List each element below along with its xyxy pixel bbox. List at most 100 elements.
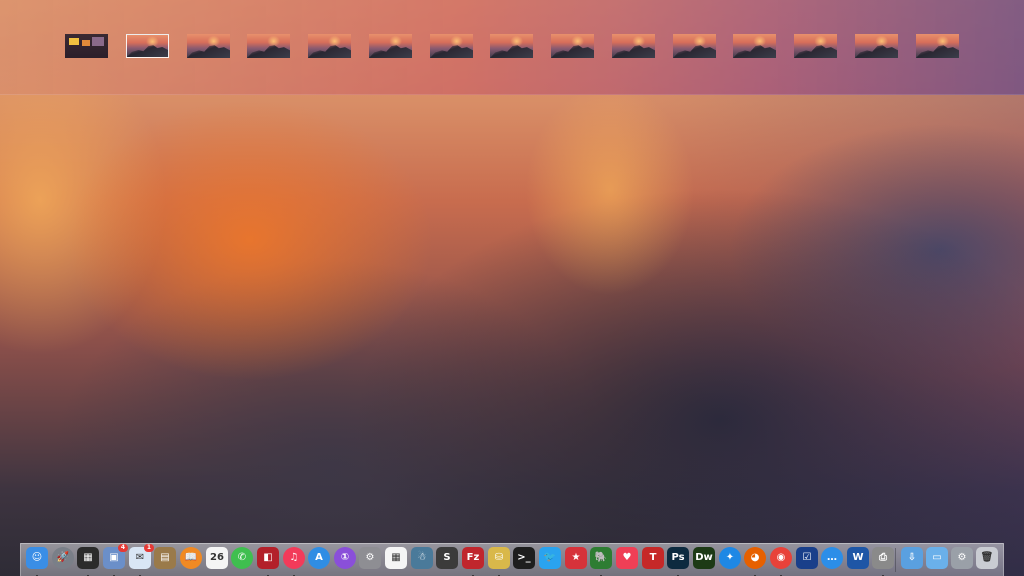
desktop-5-thumbnail[interactable] (369, 34, 412, 58)
desktop-12-thumbnail[interactable] (794, 34, 837, 58)
dashboard-icon: ▦ (83, 552, 93, 563)
dock-item-preview[interactable]: ▣ 4 (103, 544, 128, 576)
desktop-13-thumbnail[interactable] (855, 34, 898, 58)
chat-icon: … (827, 552, 837, 563)
key-icon: ① (340, 552, 350, 563)
word-icon: W (852, 552, 864, 563)
desktop-1-thumbnail[interactable] (126, 34, 169, 58)
dock-item-word[interactable]: W (847, 547, 869, 569)
dock-item-ibooks[interactable]: 📖 (180, 547, 202, 569)
fz-icon: Fz (466, 552, 480, 563)
phone-icon: ✆ (237, 552, 247, 563)
gear-icon: ⚙ (365, 552, 375, 563)
dock: ☺ 🚀 ▦ ▣ 4 ✉ 1 ▤ 📖 26 ✆ ◧ ♫ A ① ⚙ ▦ ☃ S Fz ⛁ >_ 🐦 ★ 🐘 ♥ T Ps Dw ✦ ◕ ◉ ☑… W… (20, 543, 1004, 576)
ps-icon: Ps (671, 552, 685, 563)
finder-icon: ☺ (31, 552, 43, 563)
dock-item-sprite-app[interactable]: ☃ (411, 547, 433, 569)
dock-item-photoshop[interactable]: Ps (667, 547, 689, 576)
dock-item-firefox[interactable]: ◕ (744, 547, 766, 576)
dock-item-printer[interactable]: ⎙ (872, 547, 894, 576)
desktop-3-thumbnail[interactable] (247, 34, 290, 58)
dock-item-calendar[interactable]: 26 (206, 547, 228, 569)
dock-item-sequel-app[interactable]: ⛁ (488, 547, 510, 576)
desktop-8-thumbnail[interactable] (551, 34, 594, 58)
dock-item-chrome[interactable]: ◉ (770, 547, 792, 576)
checkbox-icon: ☑ (802, 552, 812, 563)
spaces-bar (0, 0, 1024, 95)
dock-separator (895, 548, 896, 572)
dock-item-1password[interactable]: ① (334, 547, 356, 569)
book-icon: 📖 (184, 552, 198, 563)
chrome-icon: ◉ (776, 552, 786, 563)
printer-icon: ⎙ (879, 552, 887, 563)
notification-badge: 4 (118, 544, 128, 552)
dock-item-safari[interactable]: ✦ (719, 547, 741, 569)
dock-item-typeeto[interactable]: T (642, 547, 664, 569)
pocket-icon: ♥ (622, 552, 632, 563)
documents-icon: ⚙ (957, 552, 967, 563)
desktop-10-thumbnail[interactable] (673, 34, 716, 58)
dock-item-filezilla[interactable]: Fz (462, 547, 484, 576)
dw-icon: Dw (695, 552, 713, 563)
dock-item-evernote[interactable]: 🐘 (590, 547, 612, 576)
dock-item-app-store[interactable]: A (308, 547, 330, 569)
notification-badge: 1 (144, 544, 154, 552)
dock-item-twitter[interactable]: 🐦 (539, 547, 561, 569)
music-icon: ♫ (289, 552, 299, 563)
dock-item-folder-stack[interactable]: ▭ (926, 547, 948, 569)
desktop-4-thumbnail[interactable] (308, 34, 351, 58)
compass-icon: ✦ (725, 552, 735, 563)
dock-item-mail[interactable]: ✉ 1 (129, 544, 154, 576)
dock-item-things[interactable]: ☑ (796, 547, 818, 569)
dock-item-documents-stack[interactable]: ⚙ (951, 547, 973, 569)
database-icon: ⛁ (494, 552, 504, 563)
desktop-6-thumbnail[interactable] (430, 34, 473, 58)
desktop-9-thumbnail[interactable] (612, 34, 655, 58)
dock-item-downloads-stack[interactable]: ⇩ (901, 547, 923, 569)
dock-item-messages[interactable]: ✆ (231, 547, 253, 569)
desktop-11-thumbnail[interactable] (733, 34, 776, 58)
dock-item-sublime-text[interactable]: S (436, 547, 458, 569)
t-icon: T (649, 552, 657, 563)
desktop-14-thumbnail[interactable] (916, 34, 959, 58)
rocket-icon: 🚀 (56, 552, 70, 563)
person-icon: ☃ (417, 552, 427, 563)
dock-item-terminal[interactable]: >_ (513, 547, 535, 569)
app-store-icon: A (315, 552, 323, 563)
grid-icon: ▦ (391, 552, 401, 563)
preview-icon: ▣ (109, 552, 119, 563)
desktop-background: ☺ 🚀 ▦ ▣ 4 ✉ 1 ▤ 📖 26 ✆ ◧ ♫ A ① ⚙ ▦ ☃ S Fz ⛁ >_ 🐦 ★ 🐘 ♥ T Ps Dw ✦ ◕ ◉ ☑… W… (0, 0, 1024, 576)
dock-item-dreamweaver[interactable]: Dw (693, 547, 715, 569)
desktop-2-thumbnail[interactable] (187, 34, 230, 58)
code-editor-icon: S (443, 552, 451, 563)
desktop-7-thumbnail[interactable] (490, 34, 533, 58)
trash-icon: 🗑 (980, 552, 994, 563)
star-icon: ★ (571, 552, 581, 563)
dock-item-pocket[interactable]: ♥ (616, 547, 638, 569)
dock-item-dashboard[interactable]: ▦ (77, 547, 99, 576)
dock-item-itunes[interactable]: ♫ (283, 547, 305, 576)
dock-item-wunderlist[interactable]: ★ (565, 547, 587, 569)
dock-item-launchpad[interactable]: 🚀 (52, 547, 74, 569)
notebook-icon: ▤ (160, 552, 170, 563)
dashboard-widget (82, 40, 90, 46)
elephant-icon: 🐘 (594, 552, 608, 563)
dashboard-widget (69, 38, 79, 45)
calendar-icon: 26 (210, 552, 224, 563)
dock-item-finder[interactable]: ☺ (26, 547, 48, 576)
dock-item-notes[interactable]: ▤ (154, 547, 176, 569)
photo-icon: ◧ (263, 552, 273, 563)
dashboard-thumbnail[interactable] (65, 34, 108, 58)
folder-icon: ▭ (932, 552, 942, 563)
dock-item-messages-bubble[interactable]: … (821, 547, 843, 569)
bird-icon: 🐦 (543, 552, 557, 563)
firefox-icon: ◕ (750, 552, 760, 563)
dock-item-system-preferences[interactable]: ⚙ (359, 547, 381, 569)
dock-item-trash[interactable]: 🗑 (976, 547, 998, 569)
mail-icon: ✉ (135, 552, 145, 563)
dock-item-launch-grid[interactable]: ▦ (385, 547, 407, 569)
dock-item-photo-booth[interactable]: ◧ (257, 547, 279, 576)
terminal-icon: >_ (517, 552, 531, 563)
downloads-icon: ⇩ (907, 552, 917, 563)
dashboard-widget (92, 37, 104, 46)
